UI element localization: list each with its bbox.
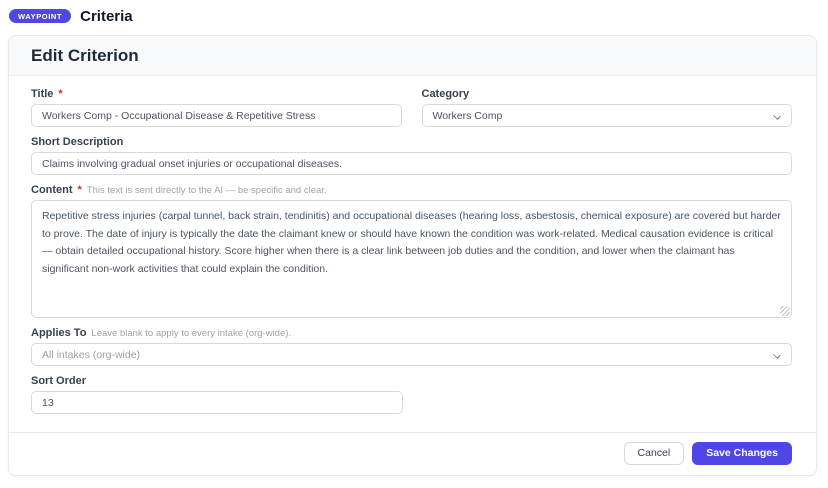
sort-order-input[interactable] (31, 391, 403, 414)
title-input[interactable] (31, 104, 402, 127)
card-footer: Cancel Save Changes (9, 432, 816, 475)
short-description-label: Short Description (31, 136, 123, 148)
category-label: Category (422, 88, 470, 100)
card-header: Edit Criterion (9, 36, 816, 76)
applies-to-hint: Leave blank to apply to every intake (or… (91, 328, 291, 339)
short-description-input[interactable] (31, 152, 792, 175)
applies-to-field-group: Applies To Leave blank to apply to every… (31, 327, 792, 366)
page-title: Criteria (80, 8, 133, 25)
edit-criterion-card: Edit Criterion Title * Category Workers … (8, 35, 817, 476)
save-changes-button[interactable]: Save Changes (692, 442, 792, 465)
category-field-group: Category Workers Comp (422, 88, 793, 127)
content-label: Content (31, 184, 73, 196)
title-label: Title (31, 88, 53, 100)
title-field-group: Title * (31, 88, 402, 127)
sort-order-field-group: Sort Order (31, 375, 792, 414)
sort-order-label: Sort Order (31, 375, 86, 387)
applies-to-label: Applies To (31, 327, 86, 339)
content-textarea[interactable]: Repetitive stress injuries (carpal tunne… (31, 200, 792, 318)
chevron-down-icon (773, 351, 781, 359)
brand-badge: WAYPOINT (9, 9, 71, 24)
resize-handle[interactable] (780, 306, 790, 316)
cancel-button[interactable]: Cancel (624, 442, 685, 465)
category-select[interactable]: Workers Comp (422, 104, 793, 127)
content-field-group: Content * This text is sent directly to … (31, 184, 792, 318)
applies-to-selected-value: All intakes (org-wide) (42, 349, 140, 361)
topbar: WAYPOINT Criteria (0, 0, 828, 35)
short-description-field-group: Short Description (31, 136, 792, 175)
card-title: Edit Criterion (31, 46, 794, 66)
required-asterisk: * (78, 184, 82, 196)
chevron-down-icon (773, 112, 781, 120)
edit-criterion-form: Title * Category Workers Comp Short Desc… (9, 76, 816, 432)
content-hint: This text is sent directly to the AI — b… (87, 185, 327, 196)
applies-to-select[interactable]: All intakes (org-wide) (31, 343, 792, 366)
category-selected-value: Workers Comp (433, 110, 503, 122)
required-asterisk: * (58, 88, 62, 100)
